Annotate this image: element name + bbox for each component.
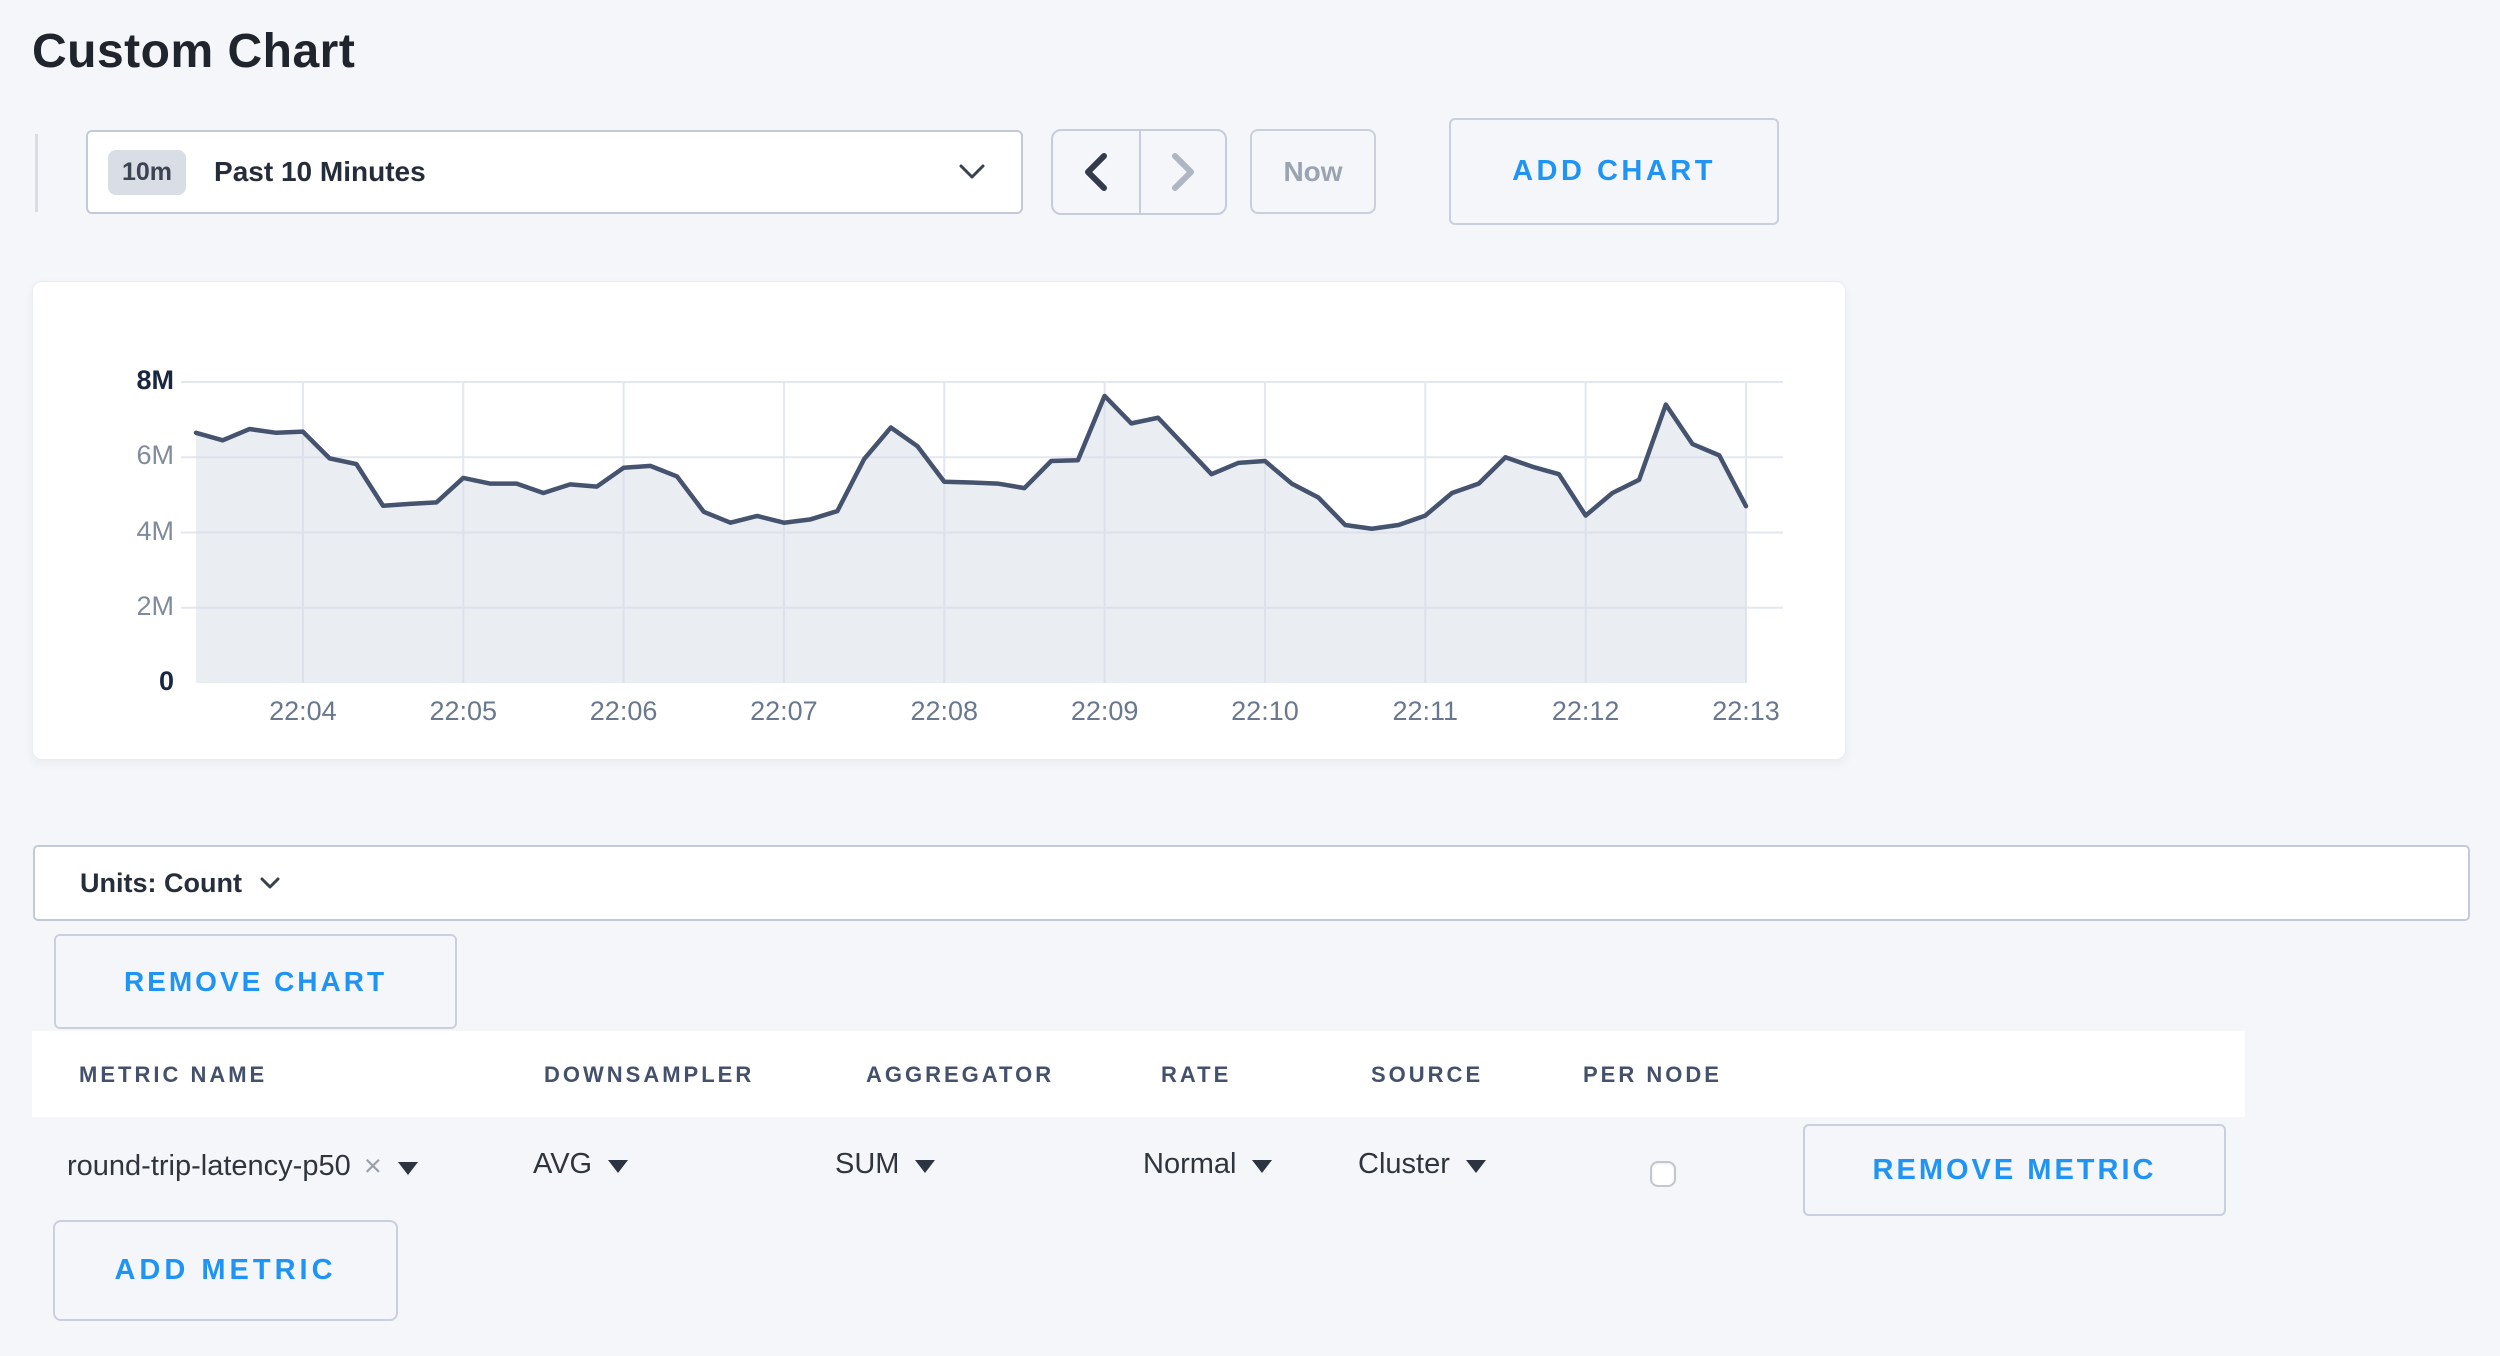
caret-down-icon — [608, 1160, 628, 1173]
toolbar-accent-divider — [35, 134, 38, 212]
x-axis-tick-label: 22:11 — [1355, 696, 1495, 727]
x-axis-tick-label: 22:12 — [1516, 696, 1656, 727]
time-range-dropdown[interactable]: 10m Past 10 Minutes — [86, 130, 1023, 214]
rate-value: Normal — [1143, 1148, 1236, 1181]
per-node-checkbox[interactable] — [1650, 1161, 1676, 1187]
add-metric-button[interactable]: ADD METRIC — [53, 1220, 398, 1321]
x-axis-tick-label: 22:05 — [393, 696, 533, 727]
now-button[interactable]: Now — [1250, 129, 1376, 214]
y-axis-tick-label: 4M — [70, 516, 174, 547]
x-axis-tick-label: 22:06 — [554, 696, 694, 727]
y-axis-tick-label: 0 — [70, 666, 174, 697]
x-axis-tick-label: 22:13 — [1676, 696, 1816, 727]
clear-metric-icon[interactable]: × — [364, 1148, 382, 1184]
time-pager — [1051, 129, 1227, 215]
add-metric-label: ADD METRIC — [114, 1254, 336, 1287]
x-axis-tick-label: 22:08 — [874, 696, 1014, 727]
y-axis-tick-label: 8M — [70, 365, 174, 396]
caret-down-icon — [1466, 1160, 1486, 1173]
source-select[interactable]: Cluster — [1358, 1148, 1486, 1181]
x-axis-tick-label: 22:09 — [1035, 696, 1175, 727]
caret-down-icon — [1252, 1160, 1272, 1173]
y-axis-tick-label: 6M — [70, 440, 174, 471]
source-value: Cluster — [1358, 1148, 1450, 1181]
units-dropdown-label: Units: Count — [80, 868, 242, 899]
rate-select[interactable]: Normal — [1143, 1148, 1272, 1181]
add-chart-label: ADD CHART — [1512, 155, 1716, 188]
page-title: Custom Chart — [32, 24, 355, 79]
now-button-label: Now — [1283, 156, 1342, 188]
remove-metric-label: REMOVE METRIC — [1873, 1154, 2157, 1187]
metrics-table-header: METRIC NAME DOWNSAMPLER AGGREGATOR RATE … — [32, 1031, 2245, 1117]
add-chart-button[interactable]: ADD CHART — [1449, 118, 1779, 225]
time-window-label: Past 10 Minutes — [214, 156, 426, 188]
metric-name-value: round-trip-latency-p50 — [67, 1150, 351, 1183]
x-axis-tick-label: 22:07 — [714, 696, 854, 727]
chevron-down-icon — [959, 164, 985, 180]
column-header-downsampler: DOWNSAMPLER — [544, 1062, 754, 1088]
prev-time-button[interactable] — [1053, 131, 1139, 213]
column-header-metric-name: METRIC NAME — [79, 1062, 267, 1088]
remove-metric-button[interactable]: REMOVE METRIC — [1803, 1124, 2226, 1216]
column-header-source: SOURCE — [1371, 1062, 1483, 1088]
time-window-badge: 10m — [108, 150, 186, 195]
next-time-button[interactable] — [1139, 131, 1225, 213]
chevron-right-icon — [1171, 153, 1195, 191]
metric-name-select[interactable]: round-trip-latency-p50 × — [67, 1148, 418, 1184]
remove-chart-label: REMOVE CHART — [124, 966, 387, 998]
column-header-rate: RATE — [1161, 1062, 1231, 1088]
column-header-per-node: PER NODE — [1583, 1062, 1722, 1088]
caret-down-icon — [915, 1160, 935, 1173]
x-axis-tick-label: 22:10 — [1195, 696, 1335, 727]
downsampler-value: AVG — [533, 1148, 592, 1181]
chevron-left-icon — [1084, 153, 1108, 191]
remove-chart-button[interactable]: REMOVE CHART — [54, 934, 457, 1029]
column-header-aggregator: AGGREGATOR — [866, 1062, 1054, 1088]
caret-down-icon — [398, 1162, 418, 1175]
x-axis-tick-label: 22:04 — [233, 696, 373, 727]
chevron-down-icon — [260, 877, 280, 890]
downsampler-select[interactable]: AVG — [533, 1148, 628, 1181]
chart-card: 8M 6M 4M 2M 0 22:04 22:05 22:06 22:07 22:08 22:09 2… — [32, 281, 1846, 760]
timeseries-area-chart[interactable] — [33, 282, 1847, 761]
aggregator-select[interactable]: SUM — [835, 1148, 935, 1181]
units-dropdown[interactable]: Units: Count — [33, 845, 2470, 921]
aggregator-value: SUM — [835, 1148, 899, 1181]
y-axis-tick-label: 2M — [70, 591, 174, 622]
